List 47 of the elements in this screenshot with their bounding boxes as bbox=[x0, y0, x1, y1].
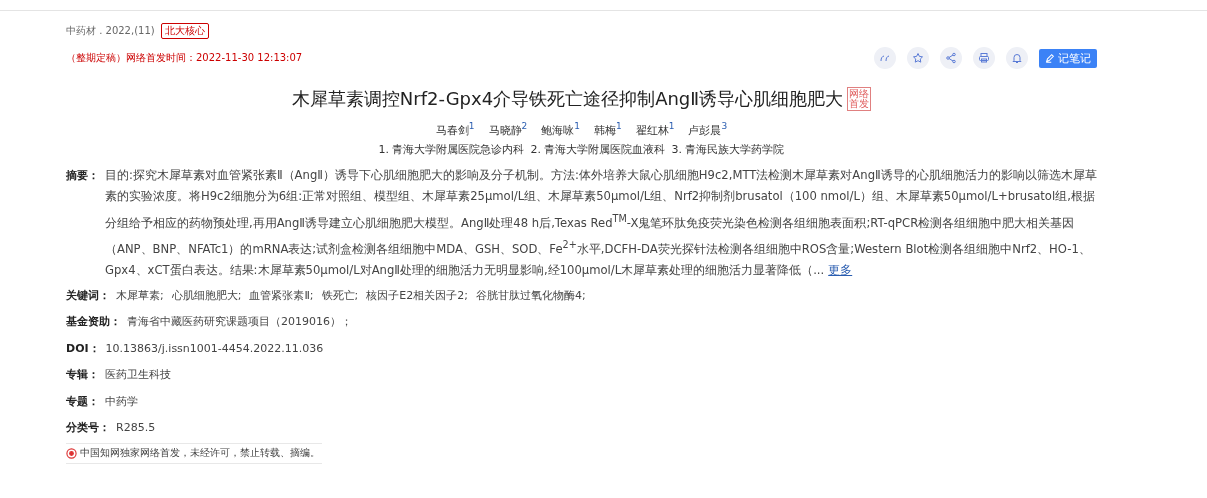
online-first-badge: 网络首发 bbox=[847, 87, 872, 111]
field-label: DOI： bbox=[66, 340, 100, 356]
share-icon bbox=[945, 52, 957, 64]
print-button[interactable] bbox=[973, 47, 995, 69]
field-label: 分类号： bbox=[66, 420, 110, 436]
field-label: 专题： bbox=[66, 393, 99, 409]
author-link[interactable]: 韩梅$^{1}$ bbox=[594, 121, 622, 138]
field-value: 10.13863/j.issn1001-4454.2022.11.036 bbox=[105, 341, 324, 355]
pencil-icon bbox=[1045, 53, 1055, 63]
publish-time: （整期定稿）网络首发时间：2022-11-30 12:13:07 bbox=[66, 51, 303, 65]
bell-button[interactable] bbox=[1006, 47, 1028, 69]
keywords-label: 关键词： bbox=[66, 287, 110, 303]
target-icon bbox=[66, 447, 77, 459]
author-link[interactable]: 马春剑$^{1}$ bbox=[435, 121, 475, 138]
abstract-text: 目的:探究木犀草素对血管紧张素Ⅱ（AngⅡ）诱导下心肌细胞肥大的影响及分子机制。方法:体外培养大鼠心肌细胞H9c2,MTT法检测木犀草素对AngⅡ诱导的心肌细胞活力的影响以筛选木犀草素的实验浓度。将H9c2细胞分为6组:正常对照组、模型组、木犀草素25μmol/L组、木犀草素50μmol/L组、Nrf2抑制剂brusatol（100 nmol/L）组、木犀草素50μmol/L+brusatol组,根据分组给予相应的药物预处理,再用AngⅡ诱导建立心肌细胞肥大模型。AngⅡ处理48 h后,Texas Red$^{TM}$-X鬼笔环肽免疫荧光染色检测各组细胞表面积;RT-qPCR检测各组细胞中肥大相关基因（ANP、BNP、NFATc1）的mRNA表达;试剂盒检测各组细胞中MDA、GSH、SOD、Fe$^{2+}$水平,DCFH-DA荧光探针法检测各组细胞中ROS含量;Western Blot检测各组细胞中Nrf2、HO-1、Gpx4、xCT蛋白表达。结果:木犀草素50μmol/L对AngⅡ处理的细胞活力无明显影响,经100μmol/L木犀草素处理的细胞活力显著降低（... 更多 bbox=[105, 166, 1097, 280]
star-icon bbox=[912, 52, 924, 64]
keyword-link[interactable]: 核因子E2相关因子2; bbox=[366, 287, 468, 303]
keyword-link[interactable]: 谷胱甘肽过氧化物酶4; bbox=[475, 287, 586, 303]
quote-button[interactable] bbox=[874, 47, 896, 69]
author-link[interactable]: 马晓静$^{2}$ bbox=[488, 121, 528, 138]
keyword-link[interactable]: 铁死亡; bbox=[321, 287, 359, 303]
field-label: 基金资助： bbox=[66, 314, 121, 330]
note-button[interactable]: 记笔记 bbox=[1039, 48, 1097, 68]
keyword-link[interactable]: 血管紧张素Ⅱ; bbox=[249, 287, 314, 303]
field-label: 专辑： bbox=[66, 367, 99, 383]
share-button[interactable] bbox=[940, 47, 962, 69]
field-value: 青海省中藏医药研究课题项目（2019016）； bbox=[127, 314, 352, 330]
core-journal-badge: 北大核心 bbox=[160, 23, 209, 39]
print-icon bbox=[978, 52, 990, 64]
author-link[interactable]: 卢彭晨$^{3}$ bbox=[688, 121, 728, 138]
bell-icon bbox=[1011, 52, 1023, 64]
keyword-link[interactable]: 心肌细胞肥大; bbox=[171, 287, 242, 303]
copyright-notice: 中国知网独家网络首发，未经许可，禁止转载、摘编。 bbox=[80, 446, 320, 460]
keyword-link[interactable]: 木犀草素; bbox=[116, 287, 164, 303]
affiliation-link[interactable]: 2. 青海大学附属医院血液科 bbox=[530, 141, 666, 157]
more-link[interactable]: 更多 bbox=[828, 263, 853, 278]
field-value: R285.5 bbox=[116, 421, 156, 435]
abstract-label: 摘要： bbox=[66, 167, 99, 184]
journal-info[interactable]: 中药材 . 2022,(11) bbox=[66, 24, 155, 38]
field-value: 中药学 bbox=[105, 393, 138, 409]
affiliation-link[interactable]: 1. 青海大学附属医院急诊内科 bbox=[378, 141, 525, 157]
article-title: 木犀草素调控Nrf2-Gpx4介导铁死亡途径抑制AngⅡ诱导心肌细胞肥大 bbox=[291, 87, 844, 111]
author-link[interactable]: 翟红林$^{1}$ bbox=[635, 121, 675, 138]
star-button[interactable] bbox=[907, 47, 929, 69]
field-value: 医药卫生科技 bbox=[105, 367, 171, 383]
affiliation-link[interactable]: 3. 青海民族大学药学院 bbox=[671, 141, 785, 157]
author-link[interactable]: 鲍海咏$^{1}$ bbox=[541, 121, 580, 138]
